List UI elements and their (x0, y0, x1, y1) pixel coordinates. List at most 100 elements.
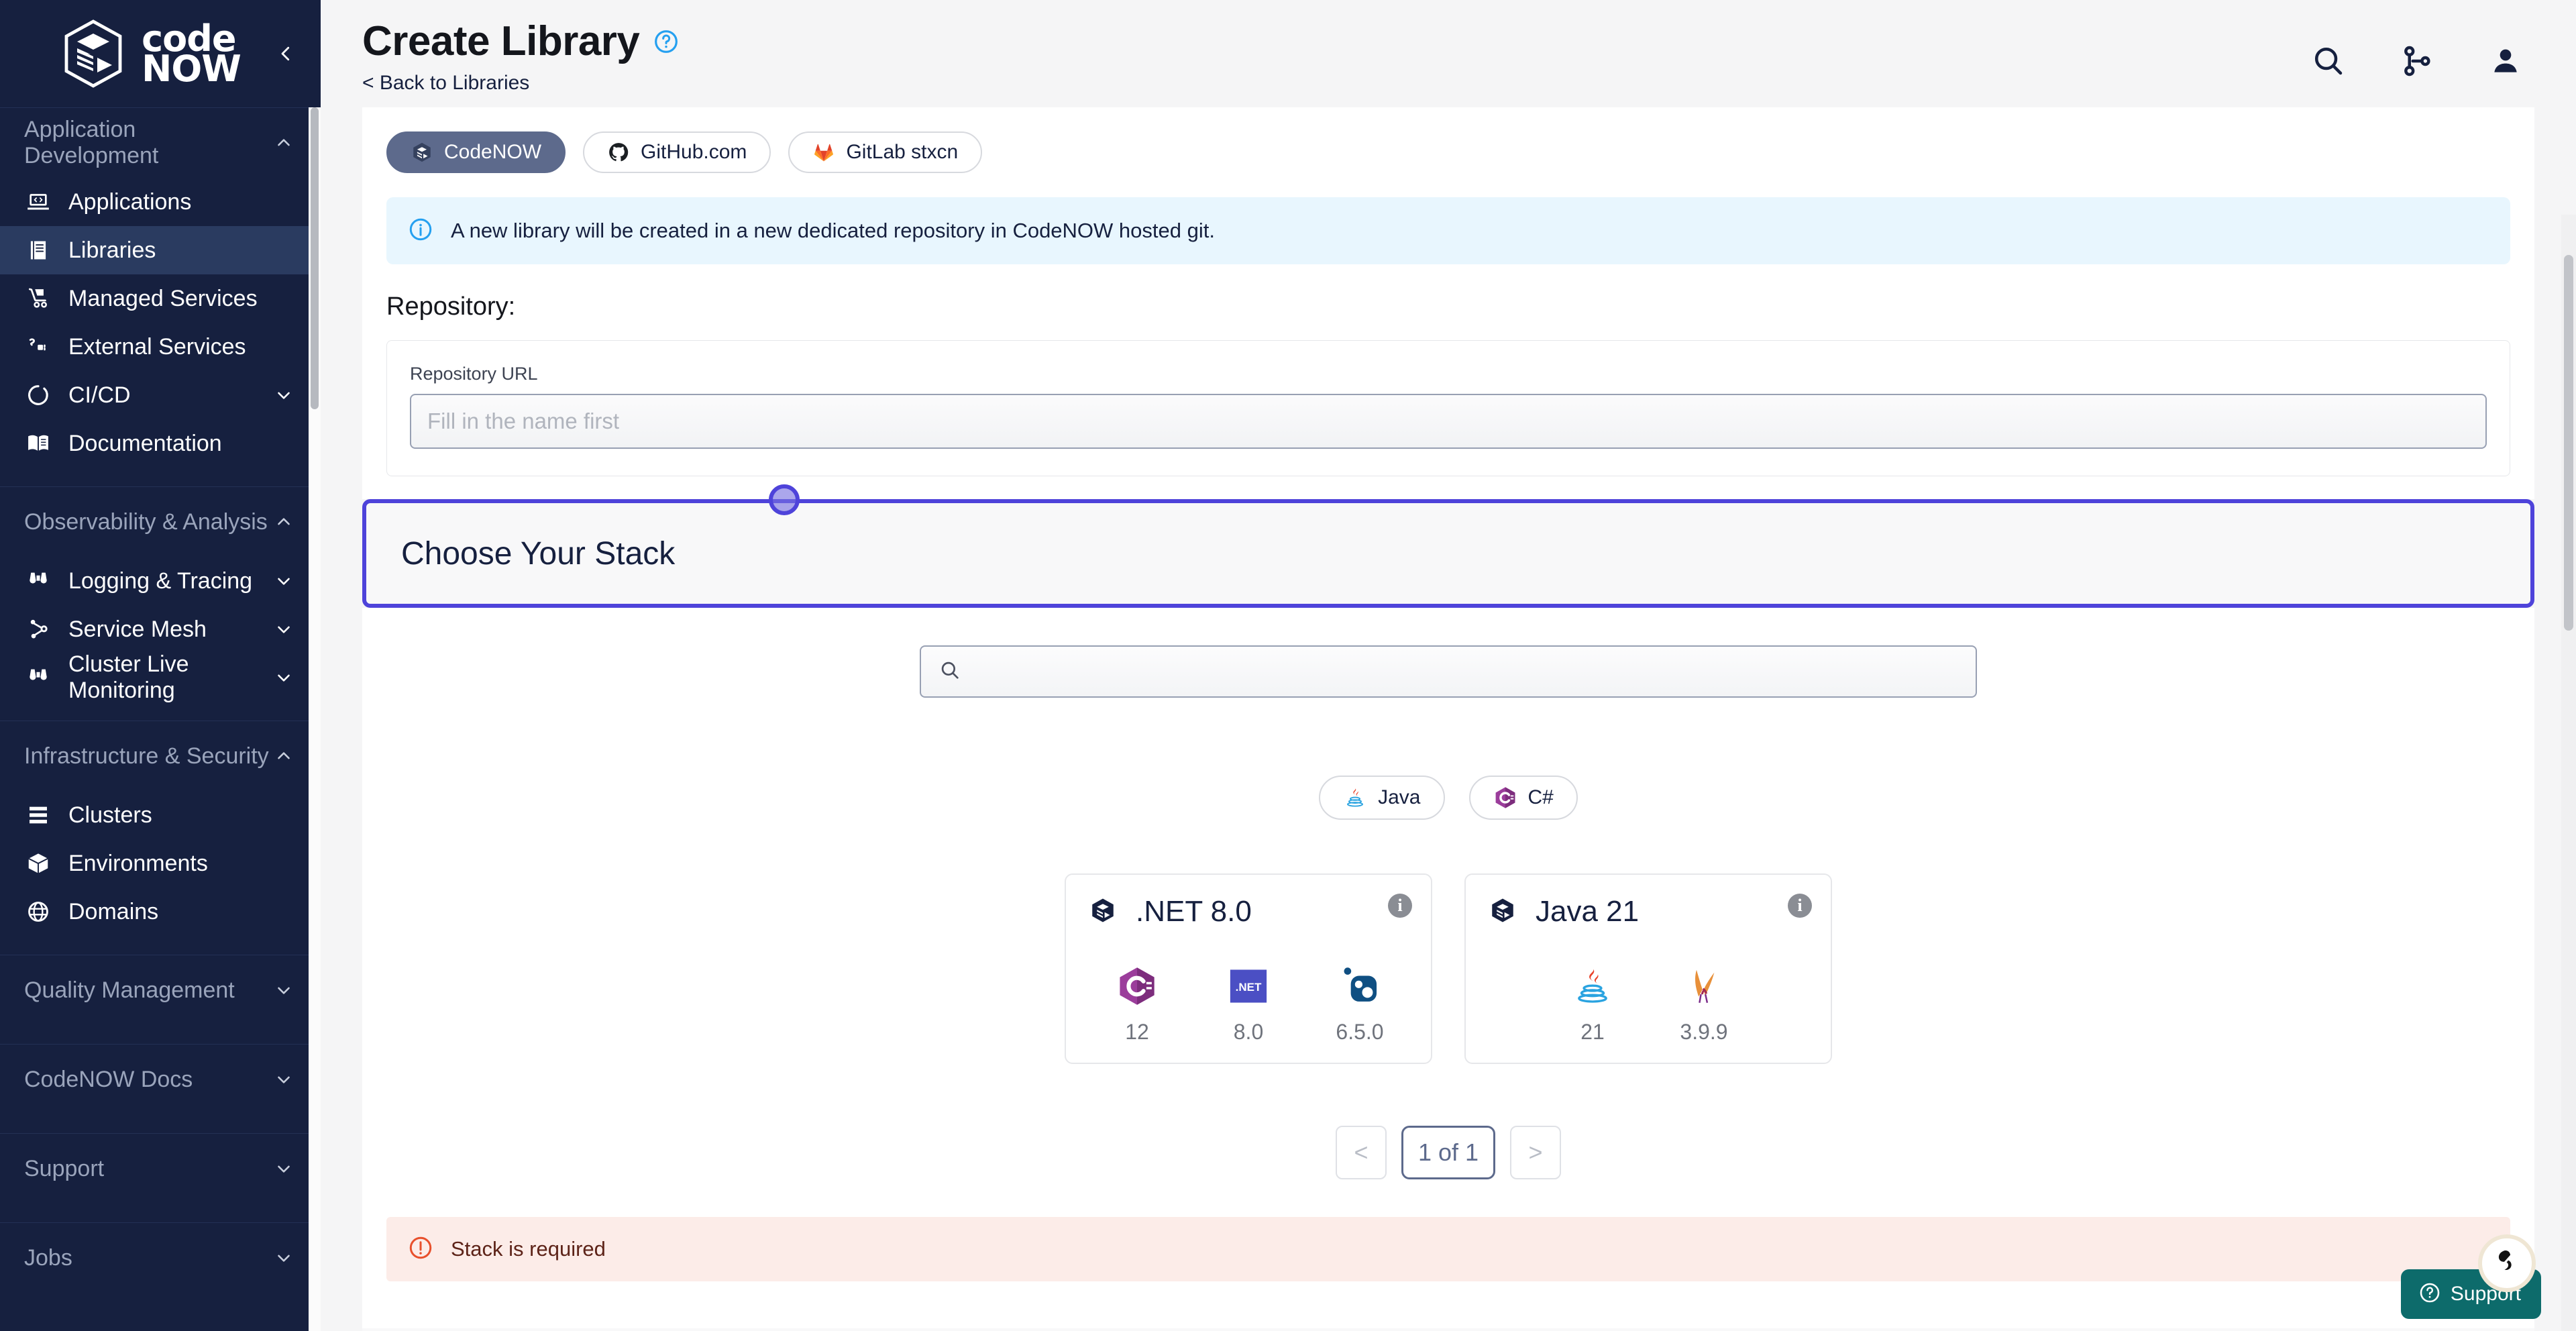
open-book-icon (25, 431, 51, 456)
sidebar-item-label: Managed Services (68, 285, 258, 311)
back-to-libraries-link[interactable]: < Back to Libraries (362, 72, 680, 95)
question-circle-icon (2418, 1281, 2441, 1308)
stack-card[interactable]: .NET 8.0 i 12 .NET 8.0 6.5.0 (1065, 873, 1432, 1064)
choose-stack-header[interactable]: Choose Your Stack (362, 499, 2534, 608)
info-icon[interactable]: i (1388, 894, 1412, 918)
sidebar-item-label: Libraries (68, 237, 156, 263)
chevron-down-icon[interactable] (274, 1069, 294, 1089)
sidebar-group: Application Development Applications Lib… (0, 107, 321, 486)
sidebar-item-environments[interactable]: Environments (0, 839, 321, 888)
chevron-up-icon[interactable] (274, 746, 294, 766)
sidebar-item-documentation[interactable]: Documentation (0, 419, 321, 468)
stack-card-header: .NET 8.0 (1089, 895, 1408, 928)
stack-search-box[interactable] (920, 645, 1977, 698)
sidebar-item-logging-tracing[interactable]: Logging & Tracing (0, 557, 321, 605)
sidebar-group: Quality Management (0, 955, 321, 1044)
plug-icon (25, 334, 51, 360)
sidebar-group-header[interactable]: Jobs (0, 1223, 321, 1293)
choose-stack-highlight-wrapper: Choose Your Stack (362, 484, 2534, 608)
codenow-stack-icon (1089, 896, 1117, 928)
main-scrollbar-thumb[interactable] (2564, 255, 2573, 631)
chevron-down-icon[interactable] (274, 1159, 294, 1179)
repository-label: Repository: (386, 292, 516, 321)
support-badge[interactable] (2478, 1234, 2536, 1292)
source-tab-gitlab-stxcn[interactable]: GitLab stxcn (788, 131, 983, 173)
sidebar-scrollbar[interactable] (309, 107, 321, 1331)
resource-configuration-section[interactable]: Resource Configuration (362, 1328, 2534, 1331)
main-scrollbar[interactable] (2561, 215, 2576, 1331)
binoculars-icon (25, 568, 51, 594)
stack-error-text: Stack is required (451, 1237, 606, 1261)
source-tab-codenow[interactable]: CodeNOW (386, 131, 566, 173)
sidebar-group-title: CodeNOW Docs (24, 1066, 193, 1092)
stack-tech: 6.5.0 (1323, 963, 1397, 1045)
stack-tech-version: 8.0 (1233, 1020, 1264, 1044)
page-title: Create Library (362, 18, 640, 64)
chevron-down-icon[interactable] (274, 980, 294, 1000)
user-account-icon[interactable] (2487, 43, 2524, 79)
sidebar-group-header[interactable]: Support (0, 1134, 321, 1204)
stack-tech: 12 (1100, 963, 1174, 1045)
sidebar-group: Support (0, 1133, 321, 1222)
sidebar-item-ci-cd[interactable]: CI/CD (0, 371, 321, 419)
sidebar-nav: Application Development Applications Lib… (0, 107, 321, 1331)
sidebar-item-managed-services[interactable]: Managed Services (0, 274, 321, 323)
stack-section-body: Java C# .NET 8.0 i 12 .NET 8.0 6.5.0 Jav… (362, 608, 2534, 1328)
stack-tech-list: 21 3.9.9 (1489, 963, 1808, 1045)
sidebar-item-label: Service Mesh (68, 616, 207, 642)
brand-logo[interactable]: code NOW (61, 19, 241, 89)
sidebar-group-header[interactable]: Application Development (0, 108, 321, 178)
sidebar: code NOW Application Development Applica… (0, 0, 321, 1331)
sidebar-collapse-button[interactable] (267, 35, 305, 72)
chevron-up-icon[interactable] (274, 133, 294, 153)
info-icon[interactable]: i (1788, 894, 1812, 918)
chevron-down-icon[interactable] (274, 668, 294, 688)
pagination-prev-button[interactable]: < (1335, 1126, 1387, 1179)
language-filter-c[interactable]: C# (1468, 776, 1578, 820)
sidebar-group-title: Jobs (24, 1244, 72, 1271)
question-circle-icon[interactable] (653, 28, 680, 55)
search-icon[interactable] (2310, 43, 2347, 79)
stack-card[interactable]: Java 21 i 21 3.9.9 (1464, 873, 1832, 1064)
pagination-current-page[interactable]: 1 of 1 (1401, 1126, 1496, 1179)
chevron-down-icon[interactable] (274, 1248, 294, 1268)
sidebar-item-external-services[interactable]: External Services (0, 323, 321, 371)
chevron-down-icon[interactable] (274, 619, 294, 639)
sidebar-group: Infrastructure & Security Clusters Envir… (0, 721, 321, 955)
sidebar-item-libraries[interactable]: Libraries (0, 226, 321, 274)
codenow-stack-icon (1489, 896, 1517, 928)
sidebar-item-domains[interactable]: Domains (0, 888, 321, 936)
git-branch-icon[interactable] (2399, 43, 2435, 79)
repository-url-input[interactable] (410, 394, 2487, 449)
sidebar-item-service-mesh[interactable]: Service Mesh (0, 605, 321, 653)
server-icon (25, 802, 51, 828)
header-actions (2310, 43, 2524, 79)
info-banner-text: A new library will be created in a new d… (451, 219, 1215, 242)
box-icon (25, 851, 51, 876)
sidebar-item-cluster-live-monitoring[interactable]: Cluster Live Monitoring (0, 651, 321, 703)
nuget-icon (1338, 963, 1381, 1009)
sidebar-item-label: CI/CD (68, 382, 131, 408)
sidebar-item-clusters[interactable]: Clusters (0, 791, 321, 839)
chevron-down-icon[interactable] (274, 385, 294, 405)
sidebar-group-header[interactable]: Quality Management (0, 955, 321, 1025)
language-filter-java[interactable]: Java (1319, 776, 1445, 820)
sidebar-group-header[interactable]: Infrastructure & Security (0, 721, 321, 791)
chevron-down-icon[interactable] (274, 571, 294, 591)
pagination-next-button[interactable]: > (1510, 1126, 1562, 1179)
stack-search-input[interactable] (973, 659, 1958, 684)
svg-text:.NET: .NET (1236, 981, 1262, 994)
source-tab-github-com[interactable]: GitHub.com (583, 131, 771, 173)
sidebar-group-header[interactable]: Observability & Analysis (0, 487, 321, 557)
sidebar-group-header[interactable]: CodeNOW Docs (0, 1045, 321, 1114)
chevron-up-icon[interactable] (274, 512, 294, 532)
header-left: Create Library < Back to Libraries (362, 17, 680, 95)
stack-search-row (362, 645, 2534, 698)
stack-card-header: Java 21 (1489, 895, 1808, 928)
sidebar-item-applications[interactable]: Applications (0, 178, 321, 226)
maven-icon (1682, 963, 1726, 1009)
sidebar-item-label: Domains (68, 898, 159, 924)
language-filter-label: C# (1527, 786, 1554, 808)
codenow-icon (411, 141, 433, 164)
sidebar-scrollbar-thumb[interactable] (311, 107, 319, 409)
